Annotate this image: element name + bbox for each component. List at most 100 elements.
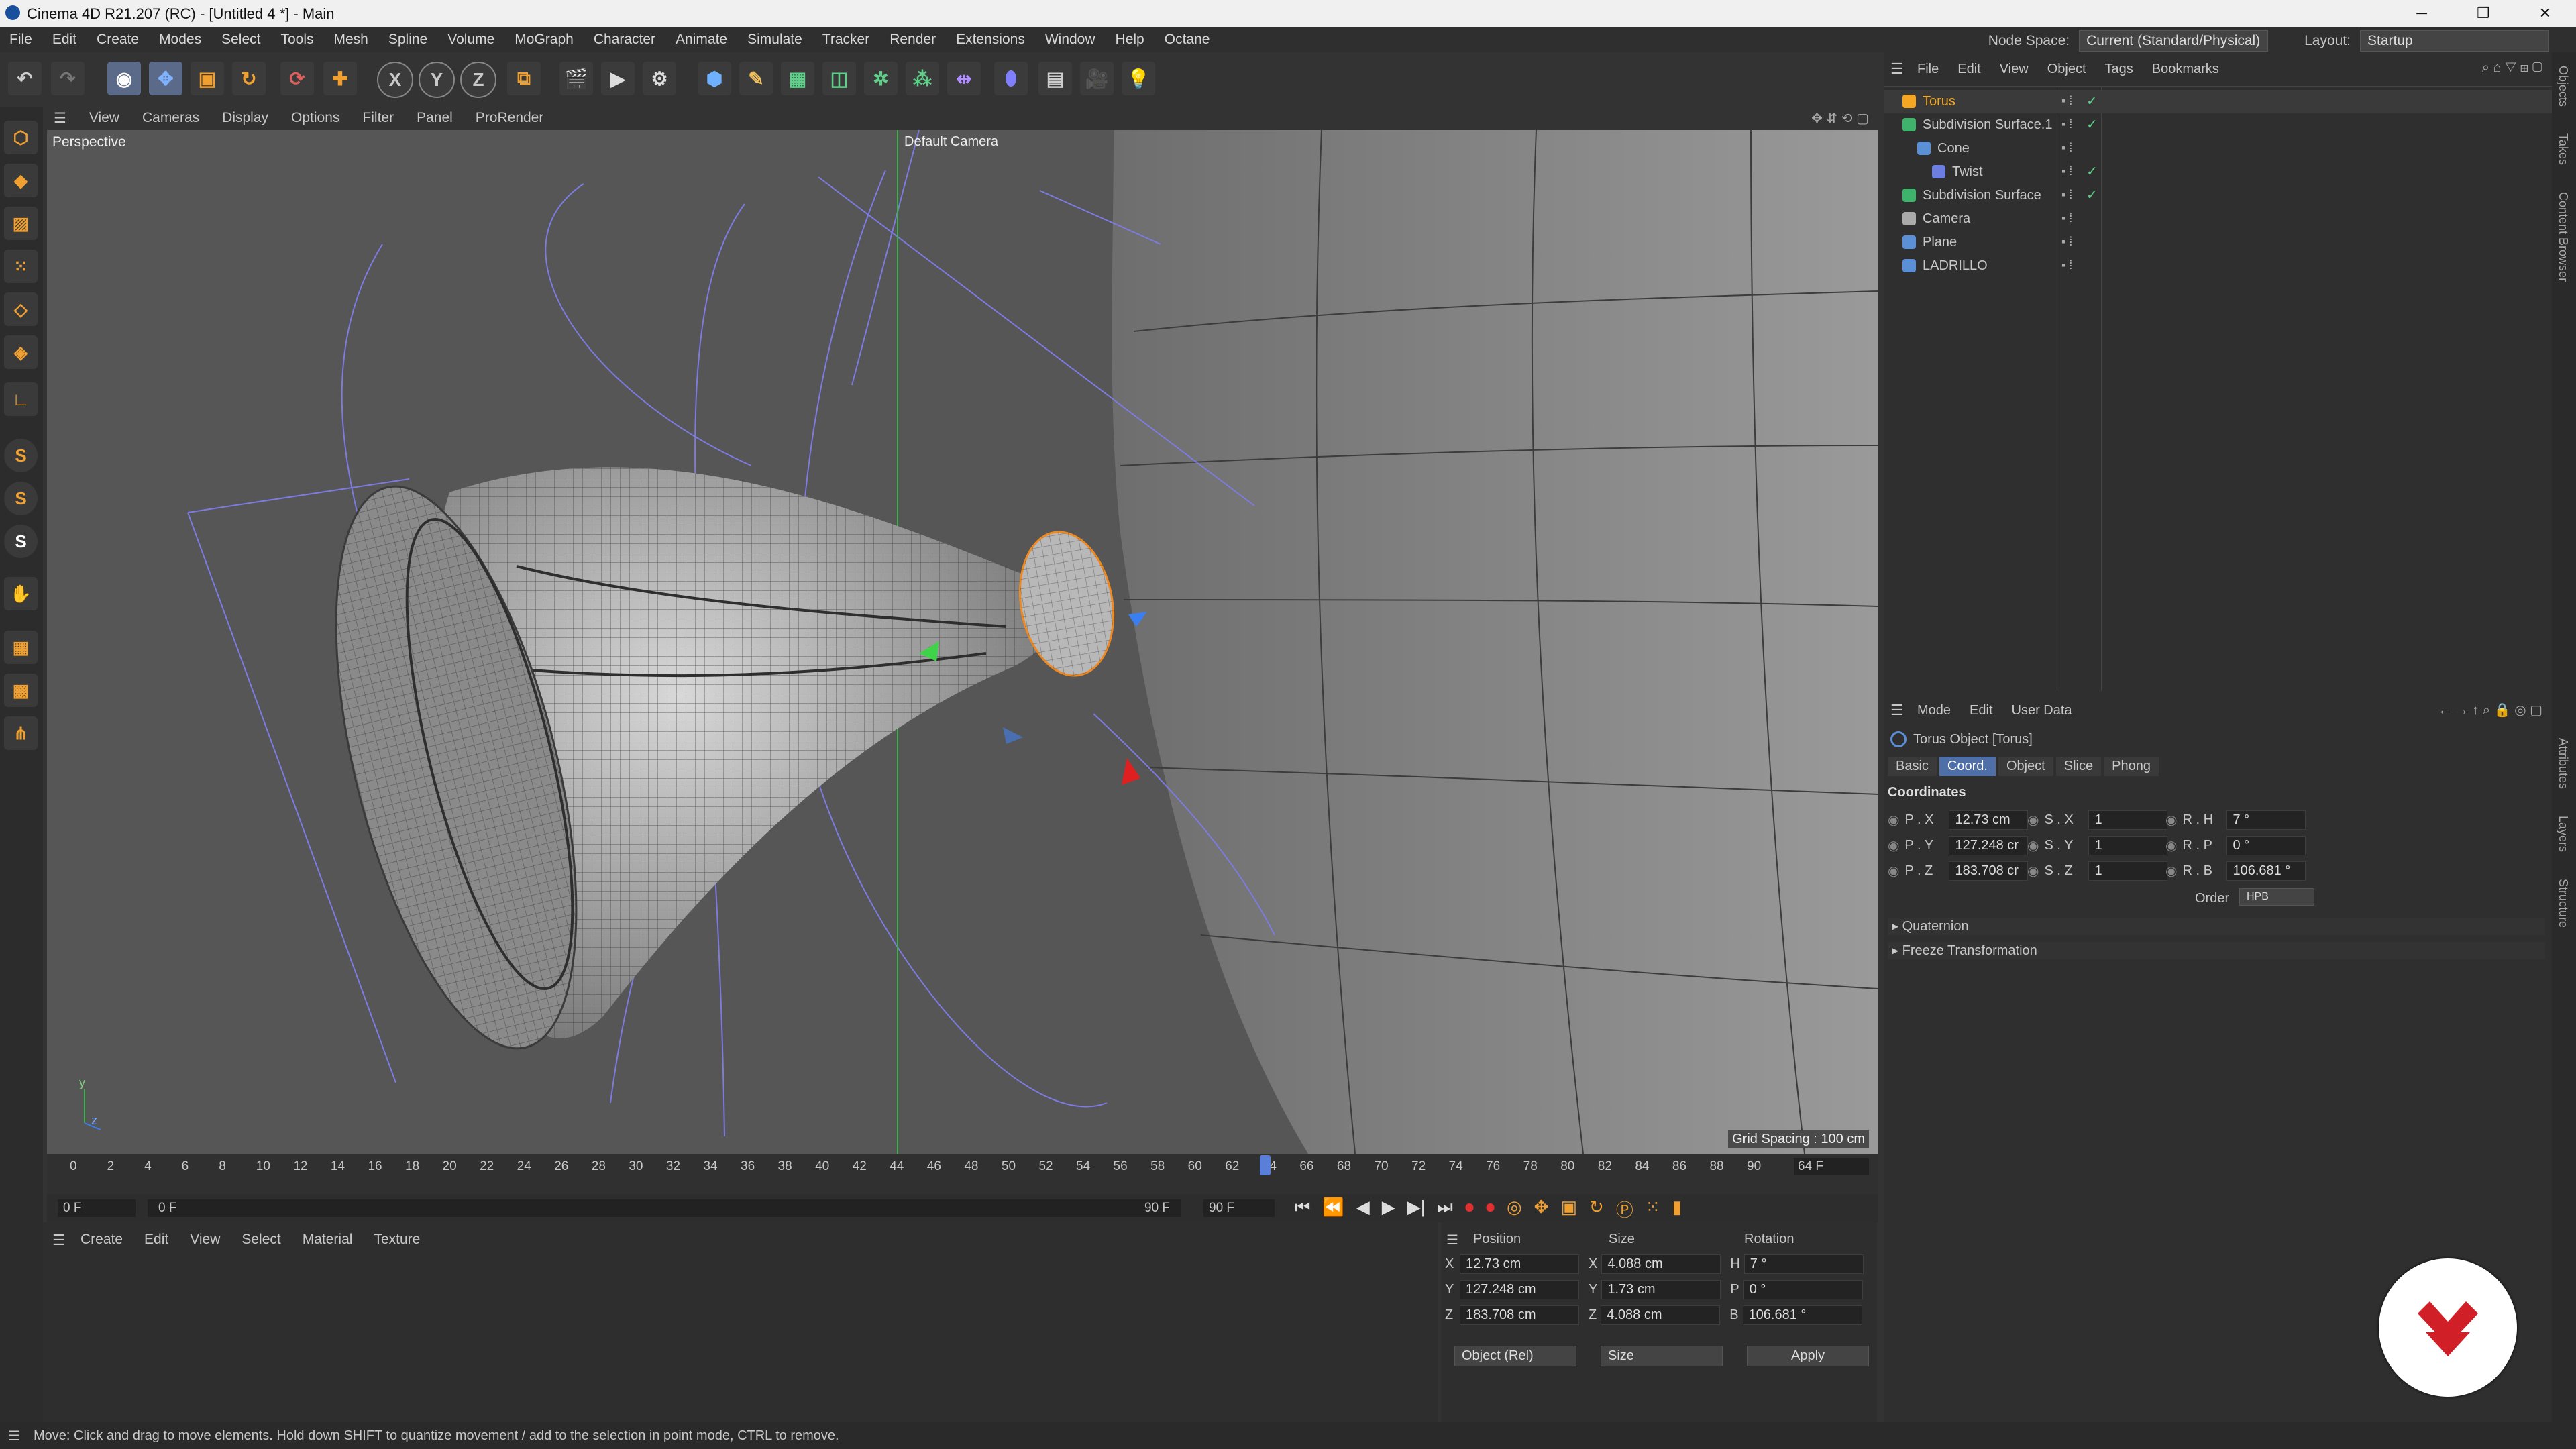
object-menu-edit[interactable]: Edit [1957, 62, 1980, 77]
maximize-button[interactable]: ❐ [2453, 0, 2514, 27]
menu-select[interactable]: Select [221, 32, 260, 48]
snap-s-icon-2[interactable]: S [4, 482, 38, 515]
object-name[interactable]: Subdivision Surface [1923, 188, 2041, 203]
viewport-menu-panel[interactable]: Panel [417, 110, 453, 127]
object-menu-bookmarks[interactable]: Bookmarks [2152, 62, 2219, 77]
size-mode-dropdown[interactable]: Size [1601, 1346, 1723, 1366]
enable-check-icon[interactable]: ✓ [2086, 186, 2098, 203]
field-icon[interactable]: ⬮ [994, 62, 1028, 95]
attr-field-value[interactable]: 1 [2088, 836, 2168, 855]
object-row[interactable]: Subdivision Surface.1 ▪ ⁞ ✓ [1884, 113, 2552, 137]
polygons-mode-icon[interactable]: ◈ [4, 335, 38, 369]
subdivision-surface-icon[interactable]: ▦ [781, 62, 814, 95]
attribute-menu-user-data[interactable]: User Data [2012, 703, 2072, 718]
material-menu-edit[interactable]: Edit [144, 1232, 168, 1248]
object-visibility-flags[interactable]: ▪ ⁞ [2061, 188, 2072, 202]
timeline-playhead[interactable] [1259, 1155, 1271, 1175]
rotation-p-field[interactable]: 0 ° [1743, 1280, 1863, 1299]
3d-viewport[interactable]: Perspective Default Camera Grid Spacing … [47, 130, 1878, 1154]
side-tab-content-browser[interactable]: Content Browser [2557, 192, 2570, 282]
tweak-magnet-icon[interactable]: ✋ [4, 577, 38, 610]
attr-field-value[interactable]: 183.708 cr [1949, 861, 2029, 881]
pen-spline-icon[interactable]: ✎ [739, 62, 773, 95]
attr-field-value[interactable]: 127.248 cr [1949, 836, 2029, 855]
viewport-camera-label[interactable]: Default Camera [904, 134, 998, 150]
object-menu-icon[interactable]: ☰ [1890, 60, 1904, 78]
enable-check-icon[interactable]: ✓ [2086, 116, 2098, 133]
object-name[interactable]: Cone [1937, 141, 1970, 156]
viewport-nav-icons[interactable]: ✥ ⇵ ⟲ ▢ [1811, 110, 1869, 127]
live-selection-icon[interactable]: ◉ [107, 62, 141, 95]
object-row[interactable]: Subdivision Surface ▪ ⁞ ✓ [1884, 184, 2552, 207]
camera-object-icon[interactable]: 🎥 [1080, 62, 1114, 95]
undo-icon[interactable]: ↶ [8, 62, 42, 95]
side-tab-takes[interactable]: Takes [2557, 133, 2570, 165]
cloner-icon[interactable]: ✲ [864, 62, 898, 95]
current-frame-field[interactable]: 64 F [1794, 1158, 1869, 1175]
object-visibility-flags[interactable]: ▪ ⁞ [2061, 94, 2072, 108]
menu-edit[interactable]: Edit [52, 32, 76, 48]
viewport-menu-icon[interactable]: ☰ [54, 110, 66, 127]
menu-spline[interactable]: Spline [388, 32, 427, 48]
go-to-end-icon[interactable]: ⏭ [1438, 1197, 1453, 1222]
x-axis-button[interactable]: X [377, 62, 413, 98]
attribute-menu-icon[interactable]: ☰ [1890, 702, 1904, 719]
workplane-icon[interactable]: ▦ [4, 631, 38, 664]
record-keys-icon[interactable]: ⏺ [1465, 1197, 1474, 1222]
position-z-field[interactable]: 183.708 cm [1460, 1305, 1579, 1325]
render-settings-icon[interactable]: ⚙ [643, 62, 676, 95]
end-frame-field[interactable]: 90 F [1203, 1199, 1275, 1217]
parameter-key-icon[interactable]: Ⓟ [1616, 1197, 1633, 1222]
object-visibility-flags[interactable]: ▪ ⁞ [2061, 211, 2072, 225]
object-row[interactable]: Camera ▪ ⁞ [1884, 207, 2552, 231]
attribute-tab-phong[interactable]: Phong [2104, 757, 2159, 776]
object-visibility-flags[interactable]: ▪ ⁞ [2061, 117, 2072, 131]
rotation-h-field[interactable]: 7 ° [1743, 1254, 1864, 1274]
redo-icon[interactable]: ↷ [51, 62, 85, 95]
viewport-menu-cameras[interactable]: Cameras [142, 110, 199, 127]
minimize-button[interactable]: ─ [2391, 0, 2453, 27]
animation-key-icon[interactable]: ◉ [2165, 837, 2177, 854]
rotation-b-field[interactable]: 106.681 ° [1742, 1305, 1862, 1325]
object-name[interactable]: Twist [1952, 164, 1983, 180]
rotation-key-icon[interactable]: ↻ [1589, 1197, 1604, 1222]
viewport-menu-display[interactable]: Display [222, 110, 268, 127]
menu-tools[interactable]: Tools [280, 32, 313, 48]
side-tab-layers[interactable]: Layers [2557, 816, 2570, 852]
recent-tools-icon[interactable]: ⟳ [280, 62, 314, 95]
rotate-tool-icon[interactable]: ↻ [232, 62, 266, 95]
animation-key-icon[interactable]: ◉ [2165, 812, 2177, 828]
z-axis-button[interactable]: Z [460, 62, 496, 98]
extrude-generator-icon[interactable]: ◫ [822, 62, 856, 95]
object-menu-view[interactable]: View [2000, 62, 2029, 77]
attribute-menu-edit[interactable]: Edit [1970, 703, 1992, 718]
autokey-icon[interactable]: ⏺ [1486, 1197, 1495, 1222]
freeze-transformation-section[interactable]: ▸ Freeze Transformation [1888, 942, 2545, 959]
viewport-menu-filter[interactable]: Filter [362, 110, 394, 127]
menu-octane[interactable]: Octane [1165, 32, 1210, 48]
play-icon[interactable]: ▶ [1382, 1197, 1395, 1222]
attribute-tab-coord[interactable]: Coord. [1939, 757, 1996, 776]
object-visibility-flags[interactable]: ▪ ⁞ [2061, 164, 2072, 178]
object-manager-tools[interactable]: ⌕ ⌂ ▽ ⊞ ▢ [2482, 60, 2542, 76]
quaternion-section[interactable]: ▸ Quaternion [1888, 918, 2545, 935]
menu-animate[interactable]: Animate [676, 32, 727, 48]
prev-frame-icon[interactable]: ◀ [1356, 1197, 1370, 1222]
snap-s-icon-1[interactable]: S [4, 439, 38, 472]
material-menu-material[interactable]: Material [303, 1232, 353, 1248]
keyframe-selection-icon[interactable]: ◎ [1507, 1197, 1522, 1222]
menu-file[interactable]: File [9, 32, 32, 48]
material-menu-select[interactable]: Select [241, 1232, 280, 1248]
attribute-nav-icons[interactable]: ← → ↑ ⌕ 🔒 ◎ ▢ [2438, 702, 2542, 718]
animation-key-icon[interactable]: ◉ [2027, 837, 2039, 854]
menu-volume[interactable]: Volume [447, 32, 494, 48]
prev-key-icon[interactable]: ⏪ [1322, 1197, 1344, 1222]
deformer-icon[interactable]: ⇹ [947, 62, 981, 95]
edges-mode-icon[interactable]: ◇ [4, 292, 38, 326]
animation-key-icon[interactable]: ◉ [1888, 863, 1899, 879]
coordinate-mode-dropdown[interactable]: Object (Rel) [1454, 1346, 1576, 1366]
side-tab-objects[interactable]: Objects [2557, 66, 2570, 107]
enable-check-icon[interactable]: ✓ [2086, 93, 2098, 109]
menu-create[interactable]: Create [97, 32, 139, 48]
viewport-menu-options[interactable]: Options [291, 110, 339, 127]
